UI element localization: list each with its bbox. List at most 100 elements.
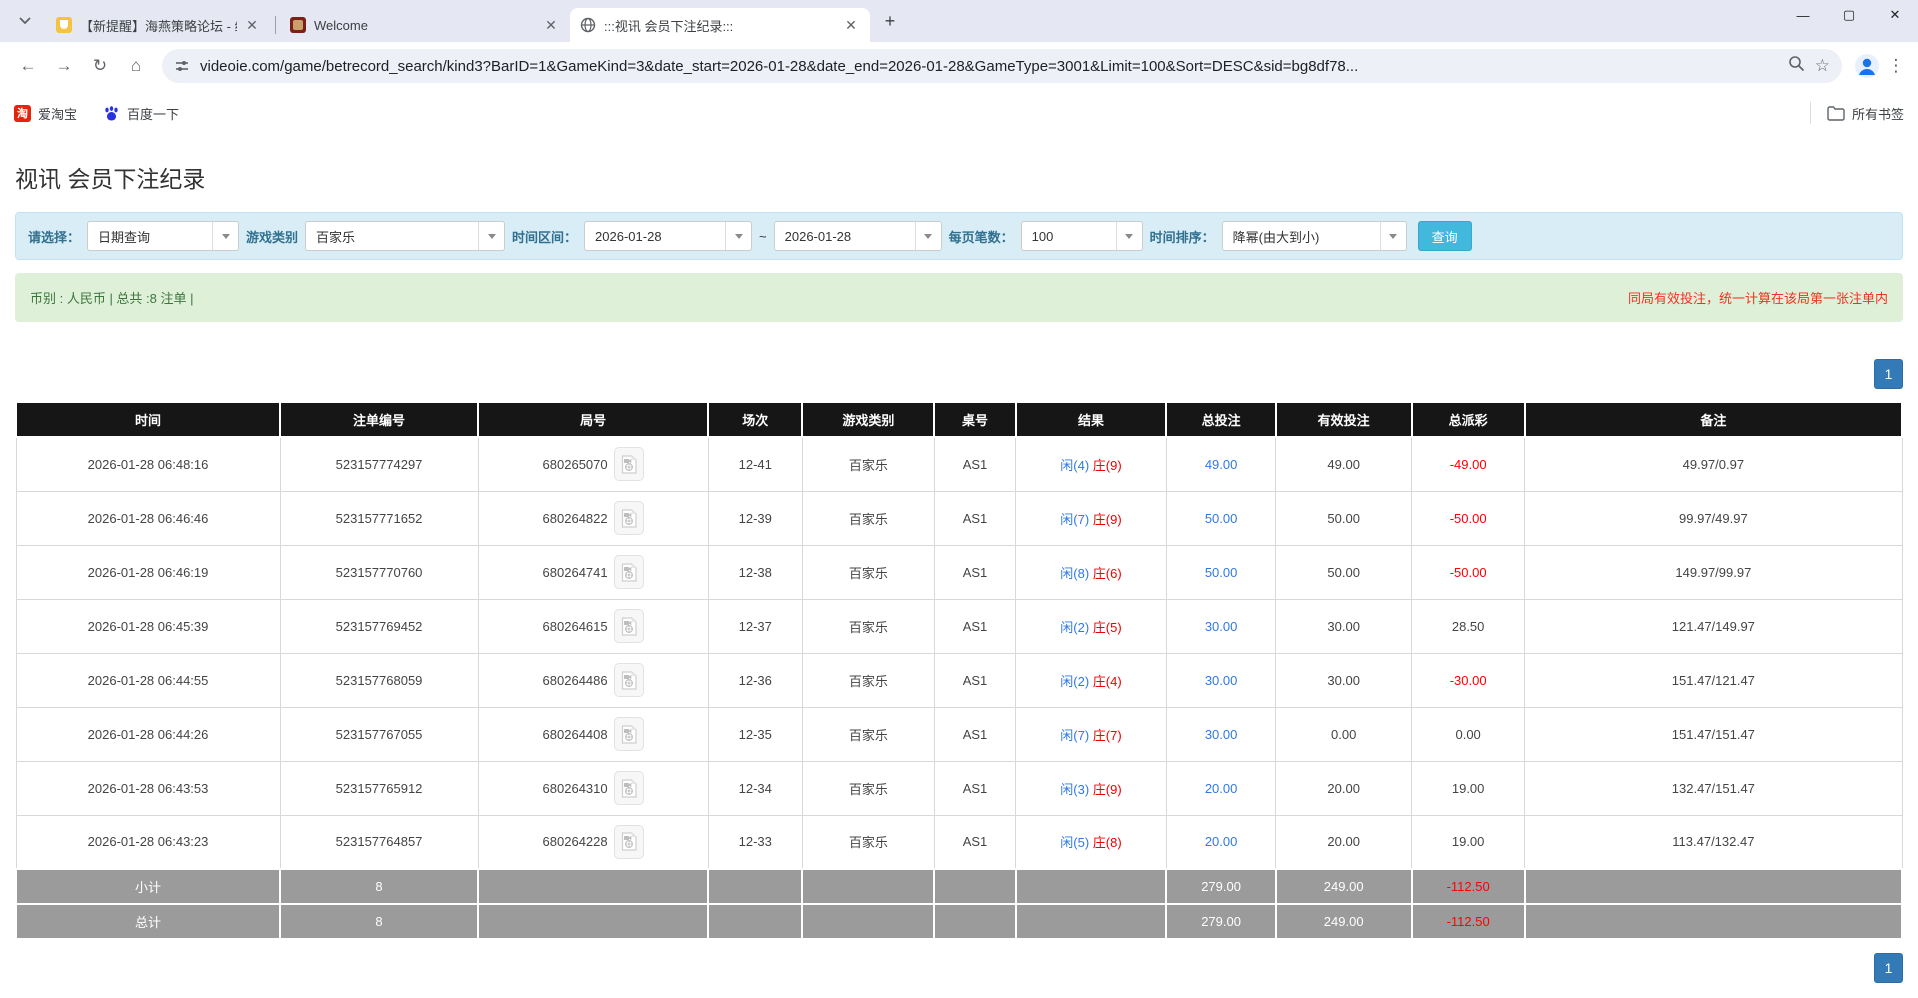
- maximize-button[interactable]: ▢: [1826, 0, 1872, 30]
- dropdown-arrow-icon: [478, 222, 504, 250]
- query-button[interactable]: 查询: [1417, 221, 1472, 251]
- tab-close-icon[interactable]: ✕: [842, 16, 860, 34]
- table-header-row: 时间 注单编号 局号 场次 游戏类别 桌号 结果 总投注 有效投注 总派彩 备注: [14, 403, 1904, 438]
- cell-game-type: 百家乐: [801, 598, 935, 654]
- tab-title: :::视讯 会员下注纪录:::: [604, 18, 734, 34]
- browser-tab-forum[interactable]: 【新提醒】海燕策略论坛 - 综合 ✕: [46, 8, 271, 42]
- cell-game-type: 百家乐: [801, 814, 935, 870]
- date-start-select[interactable]: 2026-01-28: [584, 221, 753, 251]
- site-settings-icon[interactable]: [174, 58, 190, 74]
- result-banker: 庄(9): [1092, 511, 1122, 527]
- cell-total-bet[interactable]: 50.00: [1165, 490, 1277, 546]
- tab-title: 【新提醒】海燕策略论坛 - 综合: [80, 18, 237, 34]
- window-controls: — ▢ ✕: [1780, 0, 1918, 30]
- new-tab-button[interactable]: +: [876, 8, 904, 36]
- video-replay-icon[interactable]: [613, 663, 644, 697]
- page-size-select[interactable]: 100: [1020, 221, 1143, 251]
- cell-game-type: 百家乐: [801, 436, 935, 492]
- cell-session: 12-34: [707, 760, 803, 816]
- browser-menu-icon[interactable]: ⋮: [1884, 56, 1908, 76]
- cell-session: 12-39: [707, 490, 803, 546]
- bookmark-label: 百度一下: [127, 106, 180, 122]
- select-label: 请选择：: [28, 229, 81, 245]
- tab-search-button[interactable]: [10, 6, 40, 36]
- game-category-select[interactable]: 百家乐: [305, 221, 506, 251]
- cell-total-bet[interactable]: 49.00: [1165, 436, 1277, 492]
- forward-button[interactable]: →: [48, 50, 80, 82]
- column-header: 总投注: [1165, 403, 1277, 438]
- result-player: 闲(2): [1060, 673, 1090, 689]
- cell-time: 2026-01-28 06:43:23: [15, 814, 281, 870]
- table-row: 2026-01-28 06:45:39 523157769452 6802646…: [15, 598, 1903, 654]
- chevron-down-icon: [19, 17, 31, 25]
- column-header: 游戏类别: [801, 403, 936, 438]
- date-range-tilde: ~: [759, 228, 767, 244]
- cell-bet-id: 523157764857: [279, 814, 479, 870]
- date-end-select[interactable]: 2026-01-28: [773, 221, 942, 251]
- minimize-button[interactable]: —: [1780, 0, 1826, 30]
- close-window-button[interactable]: ✕: [1872, 0, 1918, 30]
- zoom-page-icon[interactable]: [1788, 55, 1805, 77]
- video-replay-icon[interactable]: [613, 717, 644, 751]
- refresh-button[interactable]: ↻: [84, 50, 116, 82]
- query-type-select[interactable]: 日期查询: [87, 221, 240, 251]
- cell-total-bet[interactable]: 50.00: [1165, 544, 1277, 600]
- browser-tab-welcome[interactable]: Welcome ✕: [280, 8, 570, 42]
- page-1-button[interactable]: 1: [1874, 359, 1903, 389]
- cell-time: 2026-01-28 06:44:26: [15, 706, 281, 762]
- page-1-button[interactable]: 1: [1874, 953, 1903, 983]
- valid-bet-notice-text: 同局有效投注，统一计算在该局第一张注单内: [1627, 291, 1888, 306]
- cell-total-bet[interactable]: 30.00: [1165, 706, 1277, 762]
- cell-total-bet[interactable]: 30.00: [1165, 598, 1277, 654]
- cell-payout: 28.50: [1411, 598, 1526, 654]
- folder-icon: [1827, 105, 1845, 121]
- cell-valid-bet: 30.00: [1275, 598, 1413, 654]
- result-banker: 庄(9): [1092, 457, 1122, 473]
- globe-icon: [580, 17, 596, 33]
- bookmark-baidu[interactable]: 百度一下: [103, 104, 179, 123]
- tab-close-icon[interactable]: ✕: [243, 16, 261, 34]
- cell-table-id: AS1: [933, 652, 1017, 708]
- summary-count: 8: [279, 903, 480, 940]
- date-range-label: 时间区间：: [512, 229, 578, 245]
- sort-label: 时间排序：: [1149, 229, 1215, 245]
- address-bar[interactable]: videoie.com/game/betrecord_search/kind3?…: [162, 49, 1842, 83]
- cell-time: 2026-01-28 06:44:55: [15, 652, 281, 708]
- cell-total-bet[interactable]: 20.00: [1165, 760, 1277, 816]
- cell-note: 99.97/49.97: [1524, 490, 1903, 546]
- video-replay-icon[interactable]: [613, 824, 644, 859]
- bookmark-taobao[interactable]: 淘 爱淘宝: [14, 104, 77, 123]
- cell-time: 2026-01-28 06:46:46: [15, 490, 281, 546]
- video-replay-icon[interactable]: [613, 771, 644, 805]
- cell-total-bet[interactable]: 30.00: [1165, 652, 1277, 708]
- dropdown-arrow-icon: [725, 222, 751, 250]
- cell-round-id: 680265070: [477, 436, 709, 492]
- cell-session: 12-35: [707, 706, 803, 762]
- back-button[interactable]: ←: [12, 50, 44, 82]
- cell-total-bet[interactable]: 20.00: [1165, 814, 1277, 870]
- video-replay-icon[interactable]: [613, 555, 644, 589]
- all-bookmarks[interactable]: 所有书签: [1809, 102, 1904, 124]
- cell-round-id: 680264486: [477, 652, 709, 708]
- table-row: 2026-01-28 06:44:55 523157768059 6802644…: [15, 652, 1903, 708]
- browser-tab-betrecord-active[interactable]: :::视讯 会员下注纪录::: ✕: [570, 8, 870, 42]
- video-replay-icon[interactable]: [613, 501, 644, 535]
- cell-result: 闲(7) 庄(7): [1015, 706, 1167, 762]
- bookmarks-separator: [1809, 102, 1811, 124]
- cell-time: 2026-01-28 06:48:16: [15, 436, 281, 492]
- sort-select[interactable]: 降幂(由大到小): [1221, 221, 1407, 251]
- video-replay-icon[interactable]: [613, 609, 644, 643]
- result-player: 闲(3): [1060, 781, 1090, 797]
- cell-table-id: AS1: [933, 490, 1017, 546]
- cell-bet-id: 523157774297: [279, 436, 479, 492]
- profile-avatar[interactable]: [1854, 53, 1880, 79]
- tab-close-icon[interactable]: ✕: [542, 16, 560, 34]
- bookmark-star-icon[interactable]: ☆: [1815, 56, 1830, 76]
- url-text[interactable]: videoie.com/game/betrecord_search/kind3?…: [200, 58, 1780, 75]
- summary-row: 小计 8 279.00 249.00 -112.50: [14, 868, 1904, 905]
- video-replay-icon[interactable]: [613, 447, 644, 482]
- dropdown-arrow-icon: [212, 222, 238, 250]
- home-button[interactable]: ⌂: [120, 50, 152, 82]
- summary-count: 8: [279, 868, 480, 905]
- cell-note: 113.47/132.47: [1524, 814, 1903, 870]
